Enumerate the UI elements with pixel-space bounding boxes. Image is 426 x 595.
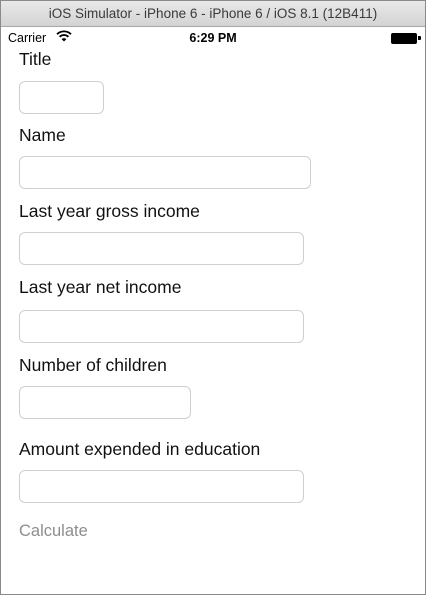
children-input[interactable]	[19, 386, 191, 419]
phone-screen: Carrier 6:29 PM Title Name Last year gro…	[1, 27, 425, 594]
window-title: iOS Simulator - iPhone 6 - iPhone 6 / iO…	[1, 1, 425, 27]
gross-income-label: Last year gross income	[19, 201, 200, 221]
battery-tip	[418, 36, 421, 40]
name-input[interactable]	[19, 156, 311, 189]
net-income-input[interactable]	[19, 310, 304, 343]
children-label: Number of children	[19, 355, 167, 375]
title-label: Title	[19, 49, 52, 69]
education-label: Amount expended in education	[19, 439, 261, 459]
net-income-label: Last year net income	[19, 277, 182, 297]
battery-icon	[391, 33, 417, 44]
title-input[interactable]	[19, 81, 104, 114]
gross-income-input[interactable]	[19, 232, 304, 265]
education-input[interactable]	[19, 470, 304, 503]
status-time: 6:29 PM	[189, 31, 237, 45]
status-bar: Carrier 6:29 PM	[1, 27, 425, 49]
simulator-window: iOS Simulator - iPhone 6 - iPhone 6 / iO…	[0, 0, 426, 595]
name-label: Name	[19, 125, 66, 145]
calculate-button[interactable]: Calculate	[19, 522, 88, 541]
